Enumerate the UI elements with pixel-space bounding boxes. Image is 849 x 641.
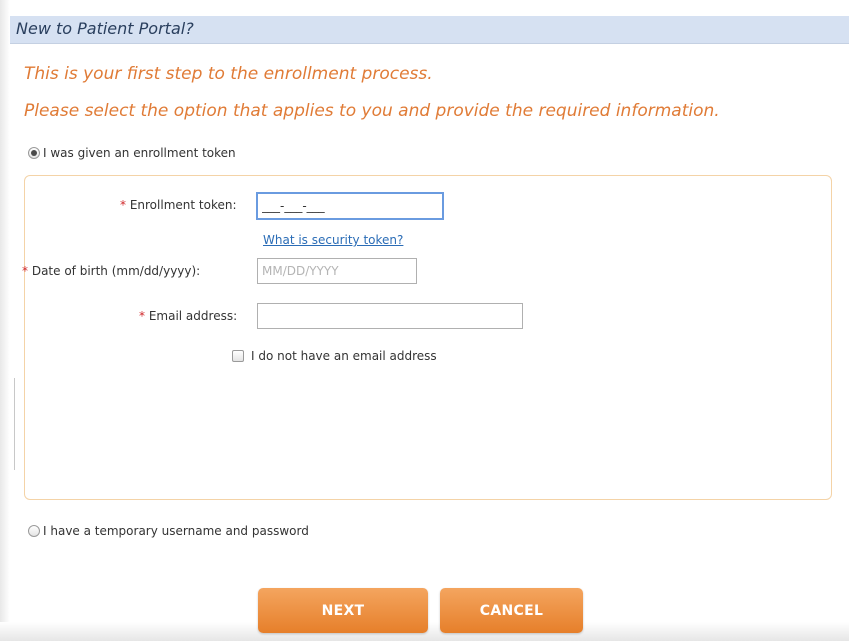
no-email-label: I do not have an email address — [251, 349, 437, 363]
required-marker: * — [139, 309, 145, 323]
token-form-panel — [24, 175, 832, 500]
temporary-credentials-option-label: I have a temporary username and password — [43, 524, 309, 538]
date-of-birth-input[interactable] — [257, 258, 417, 284]
email-address-input[interactable] — [257, 303, 523, 329]
no-email-checkbox[interactable] — [232, 350, 244, 362]
enrollment-token-radio[interactable] — [28, 147, 40, 159]
left-divider — [14, 378, 15, 470]
left-shadow — [0, 0, 10, 641]
enrollment-dialog: New to Patient Portal? This is your firs… — [0, 0, 849, 641]
enrollment-token-label: * Enrollment token: — [120, 198, 237, 212]
dialog-title: New to Patient Portal? — [16, 19, 194, 38]
enrollment-token-option[interactable]: I was given an enrollment token — [28, 146, 236, 160]
enrollment-token-option-label: I was given an enrollment token — [43, 146, 236, 160]
date-of-birth-label: * Date of birth (mm/dd/yyyy): — [22, 264, 201, 278]
enrollment-token-input[interactable] — [256, 192, 444, 220]
required-marker: * — [120, 198, 126, 212]
dialog-header: New to Patient Portal? — [10, 16, 849, 44]
temporary-credentials-radio[interactable] — [28, 525, 40, 537]
intro-line-2: Please select the option that applies to… — [24, 101, 720, 121]
intro-line-1: This is your first step to the enrollmen… — [24, 64, 433, 84]
email-address-label: * Email address: — [139, 309, 238, 323]
next-button[interactable]: NEXT — [258, 588, 428, 633]
temporary-credentials-option[interactable]: I have a temporary username and password — [28, 524, 309, 538]
required-marker: * — [22, 264, 28, 278]
cancel-button[interactable]: CANCEL — [440, 588, 583, 633]
security-token-help-link[interactable]: What is security token? — [263, 233, 403, 247]
no-email-option[interactable]: I do not have an email address — [232, 349, 437, 363]
